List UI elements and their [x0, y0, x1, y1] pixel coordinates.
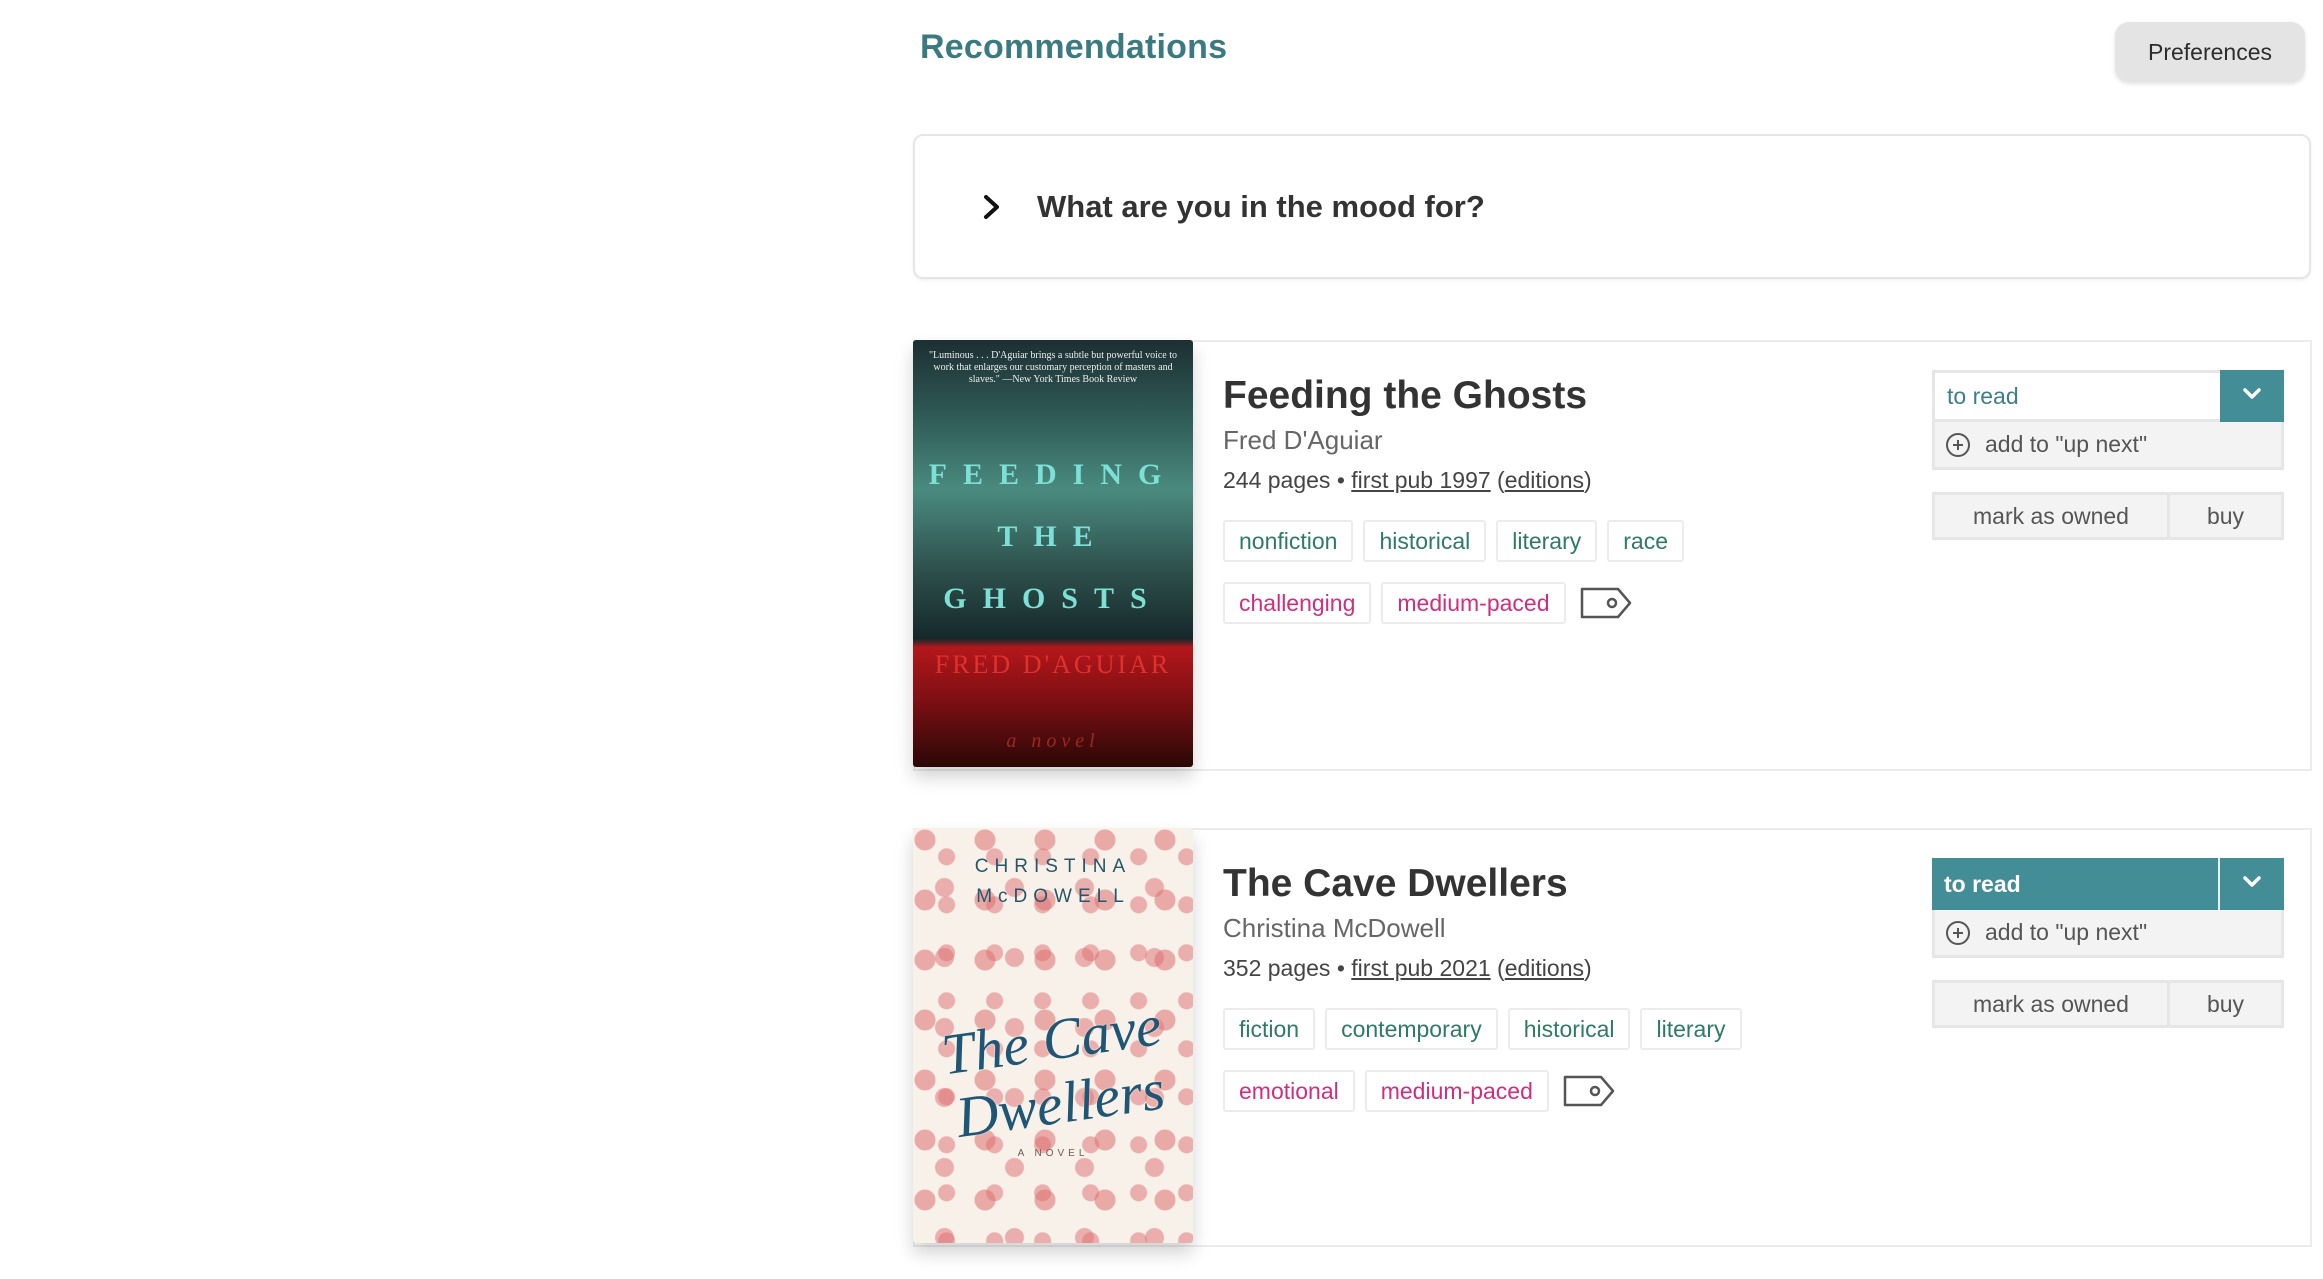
genre-tag[interactable]: historical [1507, 1008, 1631, 1050]
cover-quote: "Luminous . . . D'Aguiar brings a subtle… [928, 350, 1178, 385]
first-pub-link[interactable]: first pub 2021 [1351, 955, 1490, 981]
book-card: CHRISTINA McDOWELL The Cave Dwellers A N… [913, 828, 2312, 1247]
genre-tag[interactable]: literary [1496, 520, 1598, 562]
editions-link[interactable]: editions [1505, 955, 1584, 981]
genre-tag[interactable]: historical [1363, 520, 1487, 562]
chevron-down-icon [2242, 875, 2262, 894]
page-count: 352 pages [1223, 955, 1331, 981]
shelf-controls: to read add to "up next" mark as owned b… [1932, 370, 2284, 540]
book-cover[interactable]: CHRISTINA McDOWELL The Cave Dwellers A N… [913, 828, 1193, 1243]
cover-author-line: CHRISTINA [974, 856, 1132, 877]
mark-owned-button[interactable]: mark as owned [1935, 495, 2170, 537]
cover-title-line: THE [997, 520, 1109, 553]
genre-tag[interactable]: fiction [1223, 1008, 1316, 1050]
mood-tag[interactable]: challenging [1223, 582, 1372, 624]
tag-icon[interactable] [1563, 1074, 1615, 1108]
book-card: "Luminous . . . D'Aguiar brings a subtle… [913, 340, 2312, 771]
genre-tag[interactable]: contemporary [1325, 1008, 1498, 1050]
status-select: to read [1932, 858, 2284, 910]
book-cover[interactable]: "Luminous . . . D'Aguiar brings a subtle… [913, 340, 1193, 767]
book-author[interactable]: Christina McDowell [1223, 910, 1843, 946]
mood-tag[interactable]: emotional [1223, 1070, 1355, 1112]
tag-icon[interactable] [1580, 586, 1632, 620]
status-button[interactable]: to read [1932, 370, 2220, 422]
genre-tag[interactable]: race [1607, 520, 1684, 562]
book-meta: 244 pages • first pub 1997 (editions) [1223, 467, 1592, 493]
plus-circle-icon [1945, 920, 1971, 946]
chevron-down-icon [2242, 387, 2262, 406]
status-select: to read [1932, 370, 2284, 422]
chevron-right-icon [977, 192, 1007, 222]
buy-button[interactable]: buy [2170, 495, 2281, 537]
shelf-controls: to read add to "up next" mark as owned b… [1932, 858, 2284, 1028]
page-count: 244 pages [1223, 467, 1331, 493]
add-up-next-button[interactable]: add to "up next" [1932, 422, 2284, 470]
book-title[interactable]: Feeding the Ghosts [1223, 372, 1843, 420]
up-next-label: add to "up next" [1985, 431, 2148, 457]
status-dropdown-button[interactable] [2218, 858, 2284, 910]
genre-tag[interactable]: nonfiction [1223, 520, 1354, 562]
buy-button[interactable]: buy [2170, 983, 2281, 1025]
separator: • [1336, 467, 1345, 493]
cover-title-line: FEEDING [928, 458, 1178, 491]
mood-accordion[interactable]: What are you in the mood for? [913, 134, 2311, 279]
tag-list: fiction contemporary historical literary… [1223, 1008, 1843, 1112]
separator: • [1336, 955, 1345, 981]
cover-author: CHRISTINA McDOWELL [913, 852, 1193, 912]
cover-title-line: GHOSTS [943, 582, 1163, 615]
mood-tag[interactable]: medium-paced [1364, 1070, 1549, 1112]
book-author[interactable]: Fred D'Aguiar [1223, 422, 1843, 458]
cover-author-line: McDOWELL [976, 886, 1130, 907]
mood-tag[interactable]: medium-paced [1381, 582, 1566, 624]
cover-subtitle: a novel [1006, 730, 1100, 752]
cover-subtitle: A NOVEL [1017, 1148, 1089, 1159]
add-up-next-button[interactable]: add to "up next" [1932, 910, 2284, 958]
first-pub-link[interactable]: first pub 1997 [1351, 467, 1490, 493]
up-next-label: add to "up next" [1985, 919, 2148, 945]
plus-circle-icon [1945, 432, 1971, 458]
status-button[interactable]: to read [1932, 858, 2218, 910]
status-dropdown-button[interactable] [2220, 370, 2284, 422]
cover-author: FRED D'AGUIAR [934, 650, 1172, 679]
book-meta: 352 pages • first pub 2021 (editions) [1223, 955, 1592, 981]
genre-tag[interactable]: literary [1640, 1008, 1742, 1050]
editions-link[interactable]: editions [1505, 467, 1584, 493]
page-title: Recommendations [920, 28, 1228, 66]
mark-owned-button[interactable]: mark as owned [1935, 983, 2170, 1025]
book-title[interactable]: The Cave Dwellers [1223, 860, 1843, 908]
preferences-button[interactable]: Preferences [2115, 22, 2305, 82]
tag-list: nonfiction historical literary race chal… [1223, 520, 1843, 624]
mood-label: What are you in the mood for? [1037, 188, 1485, 224]
